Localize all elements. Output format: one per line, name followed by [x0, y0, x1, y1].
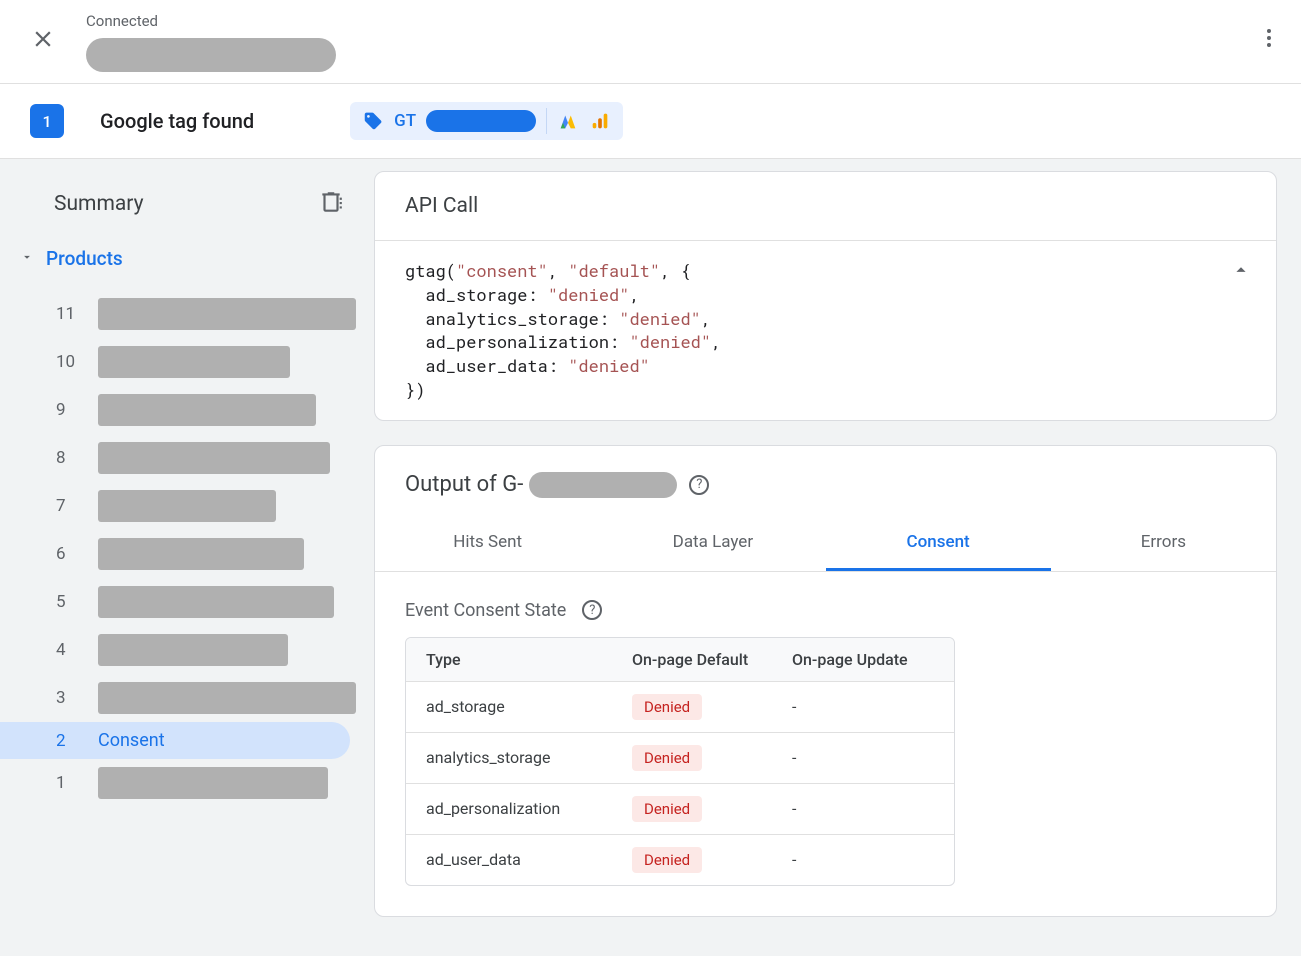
sidebar-item-number: 11 [56, 304, 82, 324]
sidebar-item-number: 10 [56, 352, 82, 372]
summary-label[interactable]: Summary [54, 192, 144, 216]
sidebar-item[interactable]: 7 [0, 482, 374, 530]
connected-label: Connected [86, 12, 336, 30]
top-header: Connected [0, 0, 1301, 84]
sidebar-item-redacted [98, 442, 330, 474]
table-row: analytics_storage Denied - [406, 733, 954, 784]
consent-table: TypeOn-page DefaultOn-page Updatead_stor… [405, 637, 955, 886]
google-ads-icon [557, 110, 579, 132]
chip-divider [546, 108, 547, 134]
tag-found-label: Google tag found [100, 109, 254, 133]
consent-type: ad_user_data [406, 835, 612, 885]
sidebar-item-number: 5 [56, 592, 82, 612]
sidebar-item-redacted [98, 394, 316, 426]
sidebar-item[interactable]: 3 [0, 674, 374, 722]
sidebar-item-consent[interactable]: 2 Consent [0, 722, 350, 759]
sidebar-item-redacted [98, 538, 304, 570]
consent-default: Denied [612, 682, 772, 732]
tab-hits-sent[interactable]: Hits Sent [375, 516, 600, 571]
consent-type: ad_storage [406, 682, 612, 732]
output-id-redacted [529, 472, 677, 498]
sidebar-item[interactable]: 6 [0, 530, 374, 578]
sidebar-item-redacted [98, 682, 356, 714]
clear-button[interactable] [318, 189, 344, 219]
gt-prefix: GT [394, 111, 416, 131]
sidebar-item[interactable]: 8 [0, 434, 374, 482]
clear-all-icon [318, 189, 344, 215]
sidebar-item-number: 1 [56, 773, 82, 793]
help-icon[interactable]: ? [582, 600, 602, 620]
api-call-card: API Call gtag("consent", "default", { ad… [374, 171, 1277, 421]
denied-badge: Denied [632, 694, 702, 720]
table-header: On-page Update [772, 638, 954, 681]
content-area: API Call gtag("consent", "default", { ad… [374, 159, 1301, 956]
sidebar-item-number: 9 [56, 400, 82, 420]
denied-badge: Denied [632, 796, 702, 822]
tab-consent[interactable]: Consent [826, 516, 1051, 571]
sidebar-item-number: 2 [56, 731, 82, 751]
event-consent-state-label: Event Consent State [405, 600, 566, 621]
google-analytics-icon [589, 110, 611, 132]
output-tabs: Hits SentData LayerConsentErrors [375, 516, 1276, 572]
sidebar-item-redacted [98, 767, 328, 799]
table-row: ad_personalization Denied - [406, 784, 954, 835]
connection-block: Connected [86, 12, 336, 72]
denied-badge: Denied [632, 745, 702, 771]
tag-chip[interactable]: GT [350, 102, 623, 140]
sidebar-item-redacted [98, 586, 334, 618]
consent-default: Denied [612, 733, 772, 783]
tag-count-badge: 1 [30, 104, 64, 138]
products-label: Products [46, 247, 123, 270]
sidebar-item[interactable]: 10 [0, 338, 374, 386]
sidebar-item-label: Consent [98, 730, 165, 751]
sidebar-item[interactable]: 9 [0, 386, 374, 434]
consent-type: analytics_storage [406, 733, 612, 783]
consent-default: Denied [612, 835, 772, 885]
consent-update: - [772, 784, 954, 834]
sidebar-item-number: 4 [56, 640, 82, 660]
api-call-title: API Call [375, 172, 1276, 241]
table-header: On-page Default [612, 638, 772, 681]
close-icon [30, 26, 56, 52]
kebab-icon [1257, 26, 1281, 50]
more-menu-button[interactable] [1257, 26, 1281, 54]
help-icon[interactable]: ? [689, 475, 709, 495]
consent-default: Denied [612, 784, 772, 834]
tab-errors[interactable]: Errors [1051, 516, 1276, 571]
table-row: ad_storage Denied - [406, 682, 954, 733]
output-card: Output of G- ? Hits SentData LayerConsen… [374, 445, 1277, 917]
tag-id-redacted [426, 110, 536, 132]
google-tag-icon [362, 110, 384, 132]
close-button[interactable] [30, 26, 56, 56]
products-header[interactable]: Products [0, 247, 374, 270]
sidebar: Summary Products 11 10 9 8 7 6 5 4 3 2 Consent 1 [0, 159, 374, 956]
sidebar-item[interactable]: 4 [0, 626, 374, 674]
connection-id-redacted [86, 38, 336, 72]
tab-data-layer[interactable]: Data Layer [600, 516, 825, 571]
chevron-down-icon [20, 249, 34, 268]
output-title-prefix: Output of G- [405, 472, 523, 497]
sidebar-item[interactable]: 1 [0, 759, 374, 807]
sidebar-item-redacted [98, 490, 276, 522]
sidebar-item[interactable]: 11 [0, 290, 374, 338]
denied-badge: Denied [632, 847, 702, 873]
table-header: Type [406, 638, 612, 681]
sidebar-item-redacted [98, 634, 288, 666]
consent-update: - [772, 835, 954, 885]
chevron-up-icon [1230, 259, 1252, 281]
consent-update: - [772, 682, 954, 732]
sidebar-item-number: 3 [56, 688, 82, 708]
api-call-code: gtag("consent", "default", { ad_storage:… [375, 241, 1276, 420]
sidebar-item[interactable]: 5 [0, 578, 374, 626]
sidebar-item-number: 8 [56, 448, 82, 468]
tag-found-bar: 1 Google tag found GT [0, 84, 1301, 159]
consent-update: - [772, 733, 954, 783]
table-row: ad_user_data Denied - [406, 835, 954, 885]
sidebar-item-redacted [98, 346, 290, 378]
collapse-button[interactable] [1230, 259, 1252, 287]
sidebar-item-number: 6 [56, 544, 82, 564]
consent-type: ad_personalization [406, 784, 612, 834]
sidebar-item-redacted [98, 298, 356, 330]
sidebar-item-number: 7 [56, 496, 82, 516]
